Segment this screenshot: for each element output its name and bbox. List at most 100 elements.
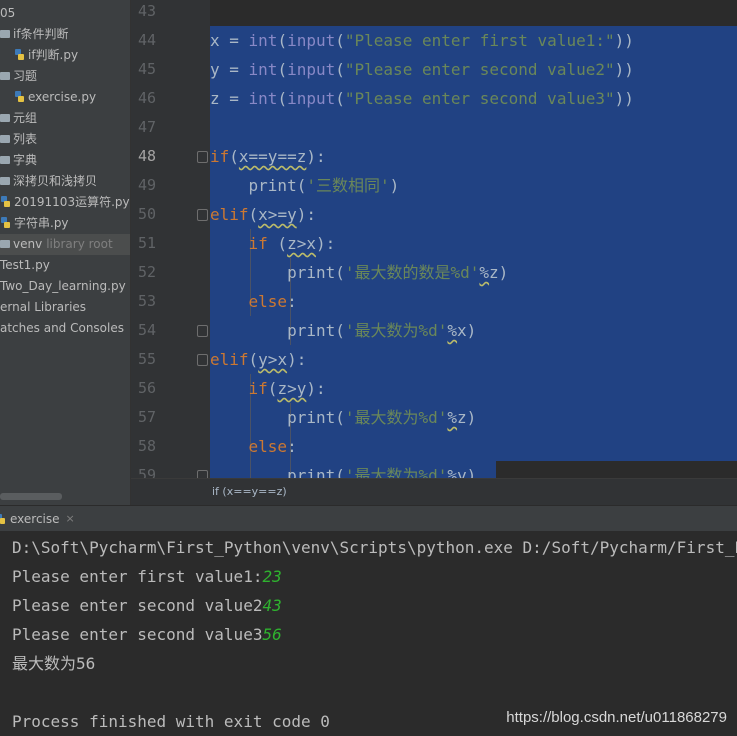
tree-item[interactable]: 元组 bbox=[0, 108, 37, 129]
code-line[interactable]: x = int(input("Please enter first value1… bbox=[210, 26, 634, 55]
code-token: int bbox=[248, 60, 278, 79]
code-token: '三数相同' bbox=[306, 176, 390, 195]
line-number: 56 bbox=[137, 379, 156, 397]
line-number: 52 bbox=[137, 263, 156, 281]
code-line[interactable]: elif(x>=y): bbox=[210, 200, 316, 229]
code-line[interactable]: z = int(input("Please enter second value… bbox=[210, 84, 634, 113]
code-editor[interactable]: x = int(input("Please enter first value1… bbox=[210, 0, 737, 478]
editor-breadcrumb[interactable]: if (x==y==z) bbox=[131, 478, 737, 506]
code-line[interactable]: print('最大数的数是%d'%z) bbox=[210, 258, 508, 287]
tree-item[interactable]: Two_Day_learning.py bbox=[0, 276, 126, 297]
code-token: '最大数为%d' bbox=[344, 321, 448, 340]
tree-item[interactable]: Test1.py bbox=[0, 255, 50, 276]
console-output-text: Process finished with exit code 0 bbox=[12, 712, 330, 731]
tree-item[interactable]: 习题 bbox=[0, 66, 37, 87]
line-number: 55 bbox=[137, 350, 156, 368]
code-token: x>=y bbox=[258, 205, 297, 224]
line-number: 49 bbox=[137, 176, 156, 194]
project-tree: 05 if条件判断 if判断.py 习题 exercise.py 元组 列表 字典 深拷贝和浅拷… bbox=[0, 0, 131, 505]
tree-item[interactable]: if条件判断 bbox=[0, 24, 69, 45]
code-line[interactable]: if (z>x): bbox=[210, 229, 336, 258]
tree-item[interactable]: 05 bbox=[0, 3, 15, 24]
tree-item[interactable]: 字符串.py bbox=[0, 213, 69, 234]
fold-marker-icon[interactable] bbox=[197, 151, 208, 163]
code-token: '最大数为%d' bbox=[344, 466, 448, 478]
code-token: )) bbox=[614, 31, 634, 50]
sidebar-horizontal-scrollbar[interactable] bbox=[0, 493, 62, 500]
code-token: y) bbox=[457, 466, 477, 478]
tree-item[interactable]: 列表 bbox=[0, 129, 37, 150]
code-token: print( bbox=[210, 466, 345, 478]
code-token: if bbox=[210, 147, 230, 166]
code-token: ( bbox=[267, 379, 278, 398]
fold-marker-icon[interactable] bbox=[197, 354, 208, 366]
console-line: Please enter second value243 bbox=[12, 591, 282, 620]
console-line: Please enter first value1:23 bbox=[12, 562, 282, 591]
tree-item[interactable]: 20191103运算符.py bbox=[0, 192, 130, 213]
code-line[interactable]: print('最大数为%d'%x) bbox=[210, 316, 476, 345]
fold-marker-icon[interactable] bbox=[197, 325, 208, 337]
tree-item-label: 字符串.py bbox=[14, 216, 69, 230]
code-token: ): bbox=[306, 147, 326, 166]
tree-item[interactable]: ernal Libraries bbox=[0, 297, 86, 318]
code-line[interactable]: print('最大数为%d'%z) bbox=[210, 403, 476, 432]
line-number: 57 bbox=[137, 408, 156, 426]
console-output-text: D:\Soft\Pycharm\First_Python\venv\Script… bbox=[12, 538, 737, 557]
tree-item[interactable]: venv library root bbox=[0, 234, 130, 255]
code-token: ): bbox=[315, 234, 336, 253]
code-line[interactable]: if(z>y): bbox=[210, 374, 326, 403]
code-line[interactable]: y = int(input("Please enter second value… bbox=[210, 55, 634, 84]
code-line[interactable]: print('最大数为%d'%y) bbox=[210, 461, 476, 478]
code-line[interactable]: print('三数相同') bbox=[210, 171, 400, 200]
code-token: ( bbox=[277, 89, 288, 108]
code-token: % bbox=[447, 321, 458, 340]
tree-item-label: atches and Consoles bbox=[0, 321, 124, 335]
run-console-output[interactable]: D:\Soft\Pycharm\First_Python\venv\Script… bbox=[0, 531, 737, 736]
console-output-text: Please enter first value1: bbox=[12, 567, 263, 586]
tree-item-label: 习题 bbox=[13, 69, 38, 83]
code-token: print( bbox=[210, 263, 345, 282]
close-icon[interactable]: × bbox=[66, 512, 75, 525]
tree-item[interactable]: 字典 bbox=[0, 150, 37, 171]
line-number: 46 bbox=[137, 89, 156, 107]
code-line[interactable]: else: bbox=[210, 432, 297, 461]
code-line[interactable]: elif(y>x): bbox=[210, 345, 306, 374]
code-token: : bbox=[287, 437, 297, 456]
console-output-text: Please enter second value2 bbox=[12, 596, 263, 615]
breadcrumb-label: if (x==y==z) bbox=[212, 485, 287, 498]
code-token: ( bbox=[335, 89, 345, 108]
tree-item-label: venv bbox=[13, 237, 43, 251]
code-token: ) bbox=[389, 176, 400, 195]
code-token: ): bbox=[287, 350, 307, 369]
run-tab-label: exercise bbox=[10, 511, 60, 526]
code-token: ( bbox=[335, 60, 345, 79]
tree-item[interactable]: if判断.py bbox=[14, 45, 78, 66]
code-token: '最大数的数是%d' bbox=[344, 263, 480, 282]
code-token: "Please enter second value2" bbox=[344, 60, 615, 79]
fold-marker-icon[interactable] bbox=[197, 209, 208, 221]
tree-item[interactable]: 深拷贝和浅拷贝 bbox=[0, 171, 97, 192]
line-number: 50 bbox=[137, 205, 156, 223]
console-line: Please enter second value356 bbox=[12, 620, 282, 649]
tree-item[interactable]: atches and Consoles bbox=[0, 318, 124, 339]
console-user-input: 56 bbox=[262, 625, 282, 644]
code-token: elif bbox=[210, 205, 249, 224]
run-tab-exercise[interactable]: exercise × bbox=[0, 506, 83, 533]
console-output-text: Please enter second value3 bbox=[12, 625, 263, 644]
tree-item-label: 20191103运算符.py bbox=[14, 195, 130, 209]
code-line[interactable]: if(x==y==z): bbox=[210, 142, 326, 171]
code-token: input bbox=[287, 89, 336, 108]
tree-item-label: Test1.py bbox=[0, 258, 50, 272]
tree-item-secondary: library root bbox=[46, 237, 113, 251]
code-token: "Please enter first value1:" bbox=[344, 31, 615, 50]
line-number: 43 bbox=[137, 2, 156, 20]
code-token: ): bbox=[306, 379, 326, 398]
line-number: 54 bbox=[137, 321, 156, 339]
folder-icon bbox=[0, 176, 10, 185]
tree-item[interactable]: exercise.py bbox=[14, 87, 96, 108]
tree-item-label: if判断.py bbox=[28, 48, 79, 62]
code-token: )) bbox=[614, 89, 634, 108]
code-token: input bbox=[287, 60, 336, 79]
code-line[interactable]: else: bbox=[210, 287, 297, 316]
